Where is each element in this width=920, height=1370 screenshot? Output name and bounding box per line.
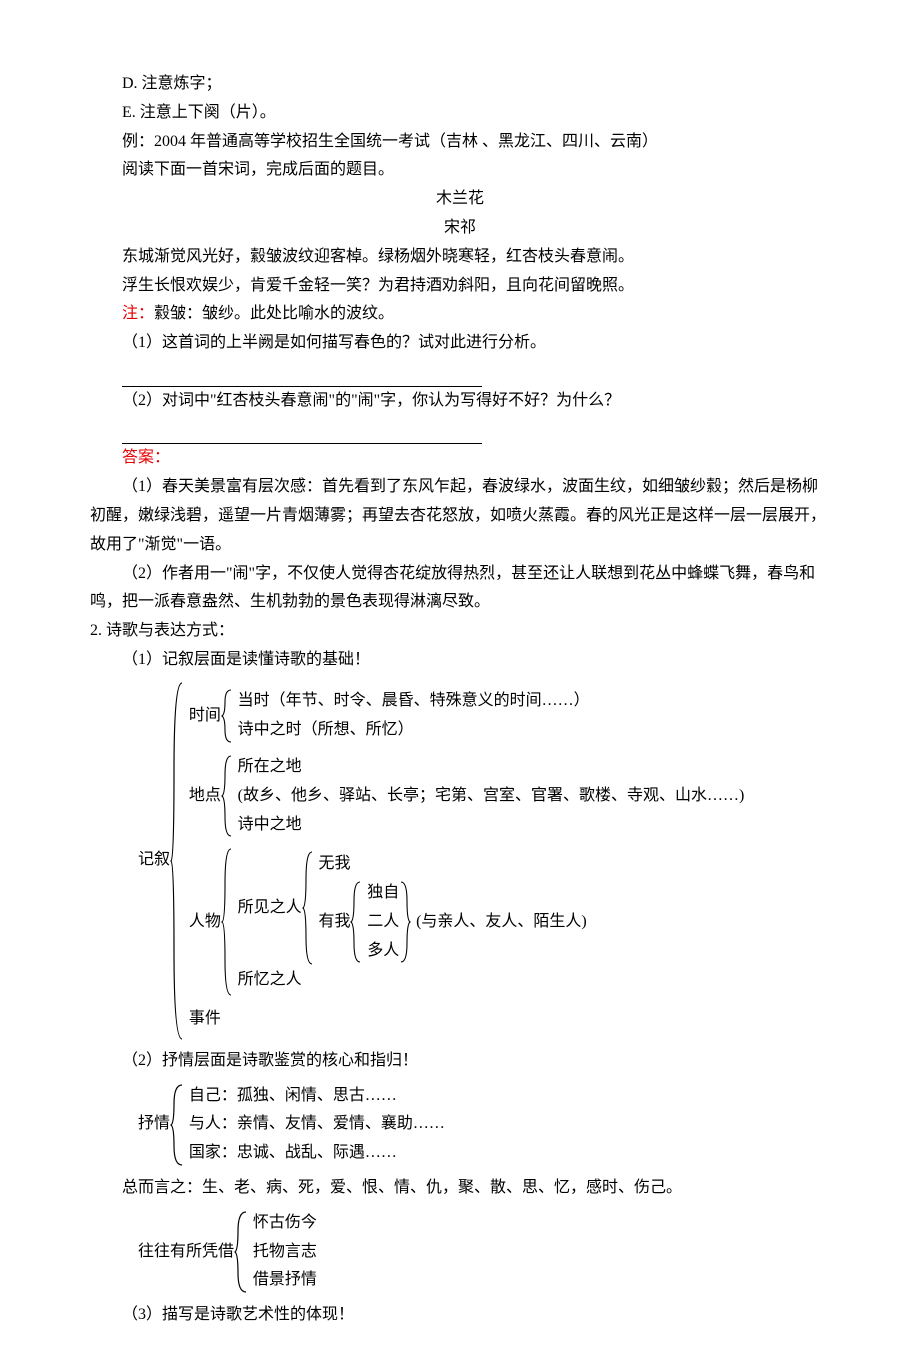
diagram-narration: 记叙 时间 当时（年节、时令、晨昏、特殊意义的时间……） 诗中之时（所想、所忆）… xyxy=(138,681,830,1041)
time-b: 诗中之时（所想、所忆） xyxy=(238,716,590,745)
brace-icon xyxy=(221,688,233,744)
question-2: （2）对词中"红杏枝头春意闹"的"闹"字，你认为写得好不好？为什么？ xyxy=(90,387,830,416)
person-two: 二人 xyxy=(367,908,399,937)
person-seen: 所见之人 xyxy=(238,894,302,923)
person-alone: 独自 xyxy=(367,879,399,908)
diagram2-b: 与人：亲情、友情、爱情、襄助…… xyxy=(189,1110,445,1139)
section-2-3: （3）描写是诗歌艺术性的体现！ xyxy=(90,1301,830,1330)
person-wuwo: 无我 xyxy=(318,850,586,879)
diagram1-root: 记叙 xyxy=(138,846,170,875)
option-d: D. 注意炼字； xyxy=(90,70,830,99)
note-label: 注： xyxy=(122,305,154,322)
diagram1-place: 地点 所在之地 (故乡、他乡、驿站、长亭；宅第、宫室、官署、歌楼、寺观、山水……… xyxy=(189,753,744,839)
example-intro: 例：2004 年普通高等学校招生全国统一考试（吉林 、黑龙江、四川、云南） xyxy=(90,128,830,157)
person-many: 多人 xyxy=(367,937,399,966)
poem-author: 宋祁 xyxy=(90,214,830,243)
brace-icon xyxy=(234,1210,248,1294)
section-2-1: （1）记叙层面是读懂诗歌的基础！ xyxy=(90,646,830,675)
answer-heading: 答案： xyxy=(90,444,830,473)
diagram-lyric: 抒情 自己：孤独、闲情、思古…… 与人：亲情、友情、爱情、襄助…… 国家：忠诚、… xyxy=(138,1082,830,1168)
diagram2-c: 国家：忠诚、战乱、际遇…… xyxy=(189,1139,445,1168)
brace-icon xyxy=(221,754,233,838)
brace-icon xyxy=(170,1083,184,1167)
diagram1-time: 时间 当时（年节、时令、晨昏、特殊意义的时间……） 诗中之时（所想、所忆） xyxy=(189,687,744,745)
brace-icon xyxy=(350,880,362,964)
note-body: 縠皱：皱纱。此处比喻水的波纹。 xyxy=(154,305,394,322)
underline-icon xyxy=(122,370,482,387)
poem-title: 木兰花 xyxy=(90,185,830,214)
answer-label: 答案： xyxy=(122,449,170,466)
read-prompt: 阅读下面一首宋词，完成后面的题目。 xyxy=(90,156,830,185)
brace-icon xyxy=(221,847,233,997)
diagram3-c: 借景抒情 xyxy=(253,1266,317,1295)
note-line: 注：縠皱：皱纱。此处比喻水的波纹。 xyxy=(90,300,830,329)
blank-line-1 xyxy=(90,358,830,387)
diagram-rely: 往往有所凭借 怀古伤今 托物言志 借景抒情 xyxy=(138,1209,830,1295)
diagram3-root: 往往有所凭借 xyxy=(138,1238,234,1267)
time-label: 时间 xyxy=(189,702,221,731)
diagram1-person: 人物 所见之人 无我 有我 xyxy=(189,847,744,997)
diagram2-root: 抒情 xyxy=(138,1110,170,1139)
answer-2: （2）作者用一"闹"字，不仅使人觉得杏花绽放得热烈，甚至还让人联想到花丛中蜂蝶飞… xyxy=(90,560,830,618)
poem-line-2: 浮生长恨欢娱少，肯爱千金轻一笑？为君持酒劝斜阳，且向花间留晚照。 xyxy=(90,272,830,301)
diagram1-event: 事件 xyxy=(189,1005,744,1034)
person-youwo: 有我 xyxy=(318,908,350,937)
blank-line-2 xyxy=(90,416,830,445)
place-b: (故乡、他乡、驿站、长亭；宅第、宫室、官署、歌楼、寺观、山水……) xyxy=(238,782,745,811)
brace-close-icon xyxy=(399,880,411,964)
section-2-heading: 2. 诗歌与表达方式： xyxy=(90,617,830,646)
place-a: 所在之地 xyxy=(238,753,745,782)
diagram3-b: 托物言志 xyxy=(253,1238,317,1267)
brace-icon xyxy=(170,681,184,1041)
time-a: 当时（年节、时令、晨昏、特殊意义的时间……） xyxy=(238,687,590,716)
poem-line-1: 东城渐觉风光好，縠皱波纹迎客棹。绿杨烟外晓寒轻，红杏枝头春意闹。 xyxy=(90,243,830,272)
page: D. 注意炼字； E. 注意上下阕（片）。 例：2004 年普通高等学校招生全国… xyxy=(0,0,920,1370)
person-youwo-row: 有我 独自 二人 多人 xyxy=(318,879,586,965)
person-seen-row: 所见之人 无我 有我 独自 xyxy=(238,850,587,966)
diagram2-a: 自己：孤独、闲情、思古…… xyxy=(189,1082,445,1111)
brace-icon xyxy=(302,850,314,966)
summary-line: 总而言之：生、老、病、死，爱、恨、情、仇，聚、散、思、忆，感时、伤己。 xyxy=(90,1174,830,1203)
underline-icon xyxy=(122,427,482,444)
person-tail: (与亲人、友人、陌生人) xyxy=(416,908,587,937)
place-label: 地点 xyxy=(189,782,221,811)
person-label: 人物 xyxy=(189,908,221,937)
option-e: E. 注意上下阕（片）。 xyxy=(90,99,830,128)
diagram3-a: 怀古伤今 xyxy=(253,1209,317,1238)
question-1: （1）这首词的上半阙是如何描写春色的？试对此进行分析。 xyxy=(90,329,830,358)
section-2-2: （2）抒情层面是诗歌鉴赏的核心和指归！ xyxy=(90,1047,830,1076)
person-mem: 所忆之人 xyxy=(238,966,587,995)
place-c: 诗中之地 xyxy=(238,811,745,840)
answer-1: （1）春天美景富有层次感：首先看到了东风乍起，春波绿水，波面生纹，如细皱纱縠；然… xyxy=(90,473,830,559)
